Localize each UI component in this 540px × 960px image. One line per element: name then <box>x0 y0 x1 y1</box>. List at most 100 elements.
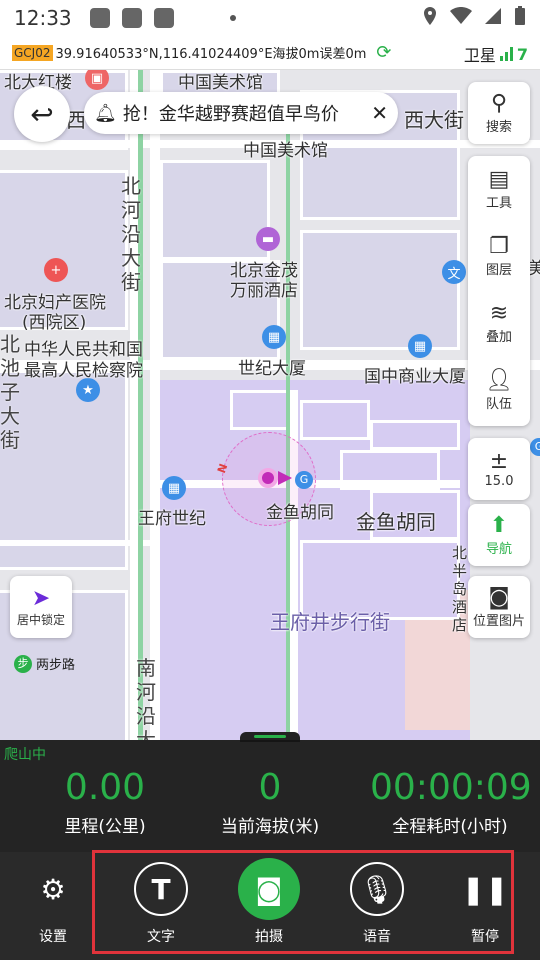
settings-label: 设置 <box>39 929 67 945</box>
map-label-vertical: 北河沿大街 <box>121 174 141 294</box>
navigate-arrow-icon: ⬆ <box>489 512 509 538</box>
pause-button[interactable]: ❚❚ 暂停 <box>450 862 520 946</box>
distance-label: 里程(公里) <box>64 817 146 837</box>
text-note-button[interactable]: T 文字 <box>126 862 196 946</box>
person-icon: 👤︎ <box>485 368 513 393</box>
pause-icon: ❚❚ <box>461 872 509 906</box>
current-location-icon <box>258 468 278 488</box>
overlay-button[interactable]: ≋ 叠加 <box>468 290 530 357</box>
duration-label: 全程耗时(小时) <box>392 817 508 837</box>
photo-label: 拍摄 <box>255 929 283 945</box>
promo-text: 抢！金华越野赛超值早鸟价 <box>122 104 339 125</box>
layers-button[interactable]: ❐ 图层 <box>468 223 530 290</box>
camera-icon: ◙ <box>488 584 510 610</box>
map-label: 金鱼胡同 <box>266 503 334 523</box>
two-step-label: 两步路 <box>36 658 76 673</box>
gps-coordinates: 39.91640533°N,116.41024409°E海拔0m误差0m <box>55 47 367 62</box>
microphone-icon: 🎙︎ <box>350 862 404 916</box>
location-photo-button[interactable]: ◙ 位置图片 <box>468 576 530 638</box>
bell-icon: 🔔︎ <box>94 102 117 124</box>
app-notification-icon-2 <box>153 8 174 28</box>
status-bar: 12:33 <box>0 0 540 36</box>
satellite-status: 卫星 7 <box>464 42 528 66</box>
two-step-logo: 步 两步路 <box>14 654 75 673</box>
location-photo-label: 位置图片 <box>472 613 525 629</box>
zoom-in-button[interactable]: ± 15.0 <box>468 438 530 500</box>
refresh-icon[interactable]: ⟳ <box>376 42 391 63</box>
map-label: 西大街 <box>404 108 464 132</box>
office-poi-icon-3[interactable]: ▦ <box>162 476 186 500</box>
overlay-label: 叠加 <box>485 330 512 345</box>
satellite-signal-icon <box>499 47 513 61</box>
hotel-poi-icon[interactable]: ▬ <box>256 227 280 251</box>
voice-note-label: 语音 <box>363 929 391 945</box>
voice-note-button[interactable]: 🎙︎ 语音 <box>342 862 412 946</box>
map-label: 万丽酒店 <box>230 281 298 301</box>
map-label: 国中商业大厦 <box>364 367 466 387</box>
camera-icon: ◙ <box>238 858 300 920</box>
gear-icon: ⚙ <box>40 872 66 906</box>
satellite-label: 卫星 <box>463 46 496 65</box>
bottom-toolbar: ⚙ 设置 T 文字 ◙ 拍摄 🎙︎ 语音 ❚❚ 暂停 <box>0 852 540 960</box>
settings-button[interactable]: ⚙ 设置 <box>18 862 88 946</box>
close-icon[interactable]: ✕ <box>371 101 388 125</box>
map-label: 中国美术馆 <box>178 73 263 93</box>
stack-icon: ≋ <box>489 301 509 326</box>
photo-button[interactable]: ◙ 拍摄 <box>234 858 304 946</box>
more-notifications-dot <box>229 15 236 21</box>
map-label: 最高人民检察院 <box>24 361 143 381</box>
search-panel: ⚲ 搜索 <box>468 82 530 144</box>
text-icon: T <box>134 862 188 916</box>
map-label: 王府井步行街 <box>270 610 390 634</box>
search-label: 搜索 <box>485 119 512 135</box>
plus-icon: ± <box>489 448 509 474</box>
government-poi-icon[interactable]: ★ <box>76 378 100 402</box>
layers-label: 图层 <box>485 263 512 278</box>
team-button[interactable]: 👤︎ 队伍 <box>468 357 530 424</box>
map-label: 王府世纪 <box>138 509 206 529</box>
culture-poi-icon[interactable]: 文 <box>442 260 466 284</box>
duration-value: 00:00:09 <box>370 767 532 808</box>
satellite-count: 7 <box>516 44 528 64</box>
navigation-arrow-icon: ➤ <box>31 586 51 611</box>
center-lock-button[interactable]: ➤ 居中锁定 <box>10 576 72 638</box>
navigate-label: 导航 <box>485 541 512 557</box>
promo-notice[interactable]: 🔔︎ 抢！金华越野赛超值早鸟价 ✕ <box>84 92 398 134</box>
duration-stat: 00:00:09 全程耗时(小时) <box>370 766 532 837</box>
zoom-level: 15.0 <box>484 473 514 489</box>
tool-panel: ▤ 工具 ❐ 图层 ≋ 叠加 👤︎ 队伍 <box>468 156 530 426</box>
search-button[interactable]: ⚲ 搜索 <box>468 82 530 144</box>
back-button[interactable]: ↩ <box>14 86 70 142</box>
map-label: 中国美术馆 <box>243 141 328 161</box>
g-marker-icon-edge: G <box>530 438 540 456</box>
map-label: 金鱼胡同 <box>356 510 436 534</box>
g-marker-icon: G <box>295 471 313 489</box>
distance-value: 0.00 <box>64 767 146 808</box>
datum-badge: GCJ02 <box>12 44 53 61</box>
map-label: (西院区) <box>22 313 87 333</box>
team-label: 队伍 <box>485 397 512 412</box>
center-lock-label: 居中锁定 <box>16 613 65 627</box>
location-icon <box>422 6 438 30</box>
wifi-icon <box>450 6 472 29</box>
back-arrow-icon: ↩ <box>30 97 54 131</box>
distance-stat: 0.00 里程(公里) <box>30 766 180 837</box>
location-photo-panel: ◙ 位置图片 <box>468 576 530 638</box>
zoom-panel: ± 15.0 <box>468 438 530 500</box>
map-label-vertical: 南河沿大街 <box>136 656 156 740</box>
image-notification-icon <box>89 8 110 28</box>
signal-icon <box>484 7 502 29</box>
office-poi-icon-2[interactable]: ▦ <box>408 334 432 358</box>
activity-status: 爬山中 <box>4 747 46 763</box>
map-label-vertical: 北池子大街 <box>0 332 20 452</box>
navigate-button[interactable]: ⬆ 导航 <box>468 504 530 566</box>
tools-button[interactable]: ▤ 工具 <box>468 156 530 223</box>
map-view[interactable]: ▣ ▬ + 文 ▦ ▦ ★ ▦ G G N 北大红楼 中国美术馆 中国美术馆 西… <box>0 70 540 740</box>
office-poi-icon[interactable]: ▦ <box>262 325 286 349</box>
altitude-value: 0 <box>258 767 282 808</box>
app-notification-icon <box>121 8 142 28</box>
gps-info-bar: GCJ02 39.91640533°N,116.41024409°E海拔0m误差… <box>0 36 540 70</box>
clock: 12:33 <box>14 6 72 30</box>
hospital-poi-icon[interactable]: + <box>44 258 68 282</box>
track-stats-panel: 爬山中 0.00 里程(公里) 0 当前海拔(米) 00:00:09 全程耗时(… <box>0 740 540 852</box>
